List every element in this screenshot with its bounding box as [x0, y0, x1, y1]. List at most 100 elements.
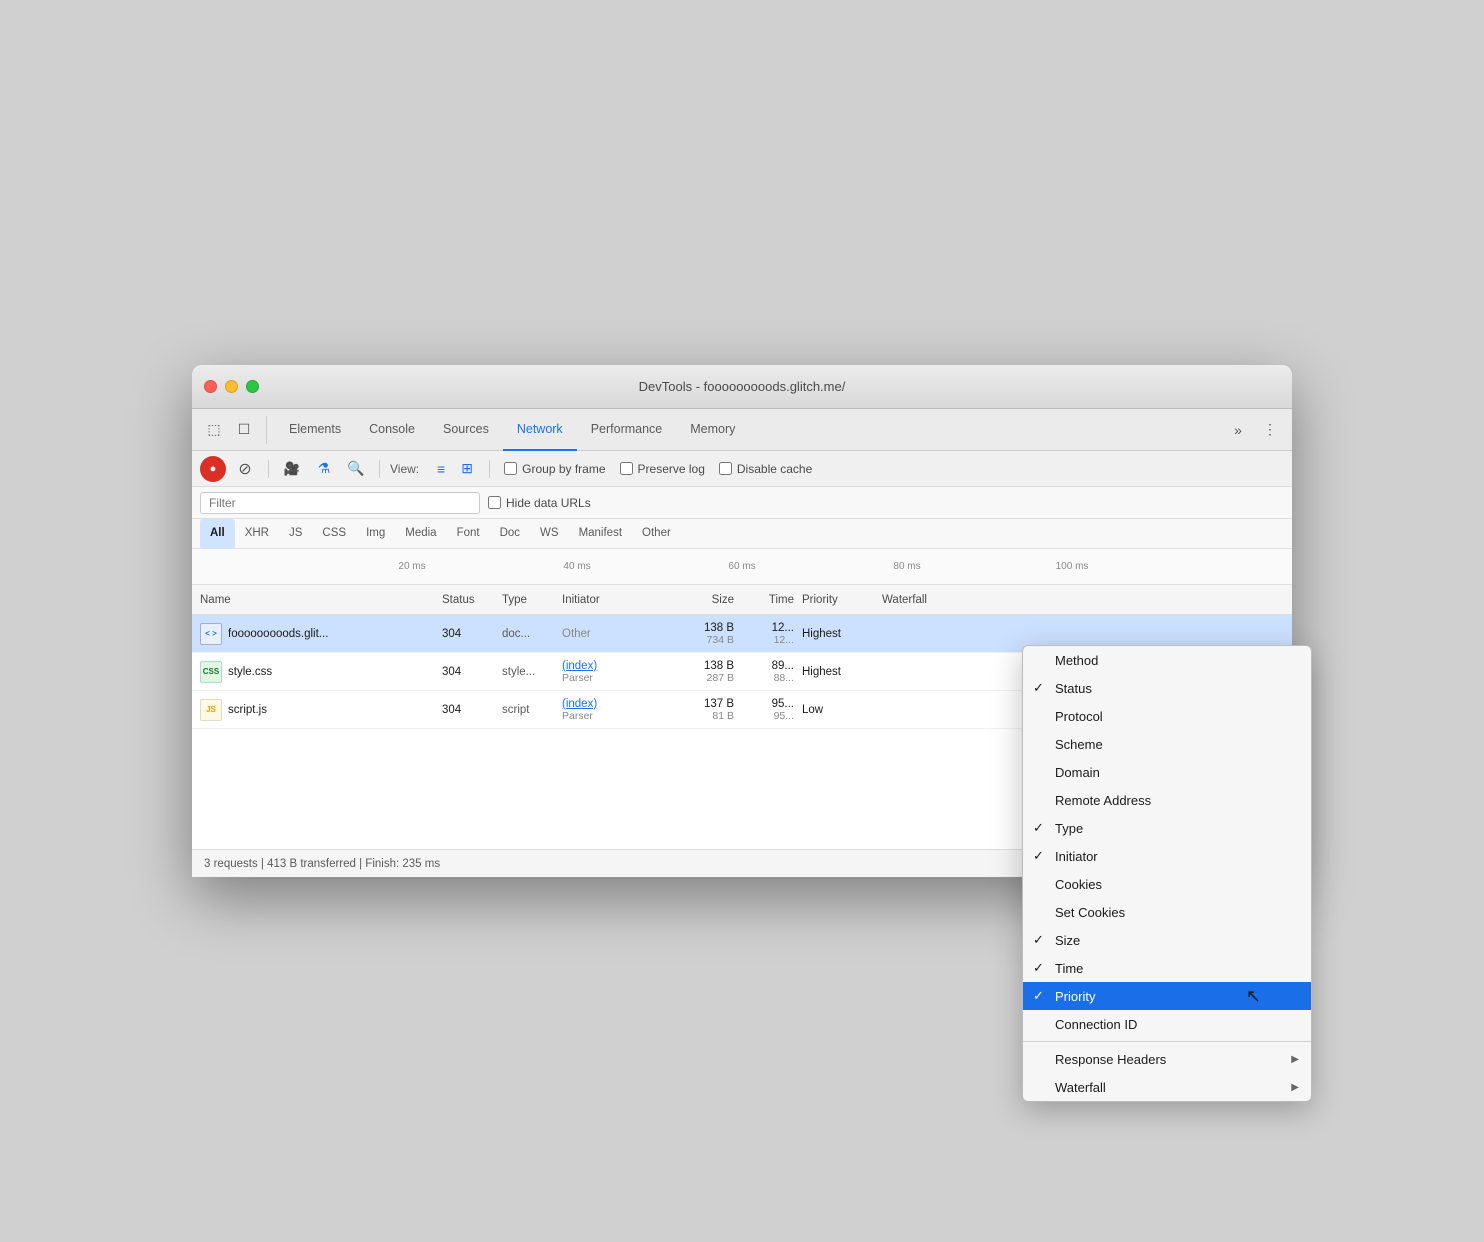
- tab-network[interactable]: Network: [503, 409, 577, 451]
- filter-input[interactable]: [200, 492, 480, 514]
- toolbar-divider-3: [489, 460, 490, 478]
- table-header-row: Name Status Type Initiator Size Time Pri…: [192, 585, 1292, 615]
- menu-item-type[interactable]: ✓ Type: [1023, 814, 1311, 842]
- cell-initiator-0: Other: [562, 628, 662, 640]
- cell-status-2: 304: [442, 704, 502, 716]
- tab-performance[interactable]: Performance: [577, 409, 677, 451]
- menu-item-scheme[interactable]: Scheme: [1023, 730, 1311, 758]
- more-tabs-button[interactable]: »: [1224, 416, 1252, 444]
- file-icon-html: < >: [200, 623, 222, 645]
- col-header-size[interactable]: Size: [662, 594, 742, 606]
- cell-priority-0: Highest: [802, 628, 882, 640]
- menu-item-domain[interactable]: Domain: [1023, 758, 1311, 786]
- timeline-mark-80ms: 80 ms: [893, 561, 920, 572]
- resource-tab-media[interactable]: Media: [395, 519, 446, 549]
- resource-tab-font[interactable]: Font: [447, 519, 490, 549]
- clear-button[interactable]: ⊘: [232, 456, 258, 482]
- cell-name-0: < > fooooooooods.glit...: [192, 623, 442, 645]
- menu-item-size[interactable]: ✓ Size: [1023, 926, 1311, 954]
- menu-status-check: ✓: [1033, 680, 1044, 696]
- resource-tab-ws[interactable]: WS: [530, 519, 569, 549]
- menu-connection-id-label: Connection ID: [1055, 1017, 1137, 1032]
- menu-separator: [1023, 1041, 1311, 1042]
- menu-item-cookies[interactable]: Cookies: [1023, 870, 1311, 898]
- resource-tab-doc[interactable]: Doc: [490, 519, 530, 549]
- col-header-waterfall[interactable]: Waterfall: [882, 594, 1292, 606]
- menu-initiator-label: Initiator: [1055, 849, 1098, 864]
- cell-priority-2: Low: [802, 704, 882, 716]
- record-button[interactable]: ●: [200, 456, 226, 482]
- hide-data-urls-checkbox[interactable]: Hide data URLs: [488, 496, 591, 510]
- timeline-mark-60ms: 60 ms: [728, 561, 755, 572]
- search-button[interactable]: 🔍: [343, 456, 369, 482]
- resource-tab-xhr[interactable]: XHR: [235, 519, 279, 549]
- grid-view-button[interactable]: ⊞: [455, 457, 479, 481]
- col-header-status[interactable]: Status: [442, 594, 502, 606]
- view-toggle: ≡ ⊞: [429, 457, 479, 481]
- cell-type-2: script: [502, 704, 562, 716]
- devtools-window: DevTools - fooooooooods.glitch.me/ ⬚ ☐ E…: [192, 365, 1292, 877]
- col-header-type[interactable]: Type: [502, 594, 562, 606]
- preserve-log-checkbox[interactable]: Preserve log: [620, 462, 705, 476]
- col-header-name[interactable]: Name: [192, 594, 442, 606]
- cell-name-1: CSS style.css: [192, 661, 442, 683]
- cell-initiator-2: (index) Parser: [562, 698, 662, 722]
- tab-memory[interactable]: Memory: [676, 409, 749, 451]
- disable-cache-checkbox[interactable]: Disable cache: [719, 462, 812, 476]
- tab-elements[interactable]: Elements: [275, 409, 355, 451]
- menu-type-label: Type: [1055, 821, 1083, 836]
- menu-item-priority[interactable]: ✓ Priority ↖: [1023, 982, 1311, 1010]
- menu-item-method[interactable]: Method: [1023, 646, 1311, 674]
- menu-remote-address-label: Remote Address: [1055, 793, 1151, 808]
- resource-tab-manifest[interactable]: Manifest: [569, 519, 632, 549]
- menu-status-label: Status: [1055, 681, 1092, 696]
- resource-tab-all[interactable]: All: [200, 519, 235, 549]
- tab-sources[interactable]: Sources: [429, 409, 503, 451]
- menu-item-connection-id[interactable]: Connection ID: [1023, 1010, 1311, 1038]
- col-header-priority[interactable]: Priority: [802, 594, 882, 606]
- device-icon[interactable]: ☐: [230, 416, 258, 444]
- list-view-button[interactable]: ≡: [429, 457, 453, 481]
- view-label: View:: [390, 462, 419, 476]
- menu-waterfall-label: Waterfall: [1055, 1080, 1106, 1095]
- menu-item-waterfall[interactable]: Waterfall ▶: [1023, 1073, 1311, 1101]
- menu-priority-label: Priority: [1055, 989, 1095, 1004]
- status-text: 3 requests | 413 B transferred | Finish:…: [204, 858, 440, 870]
- filename-2: script.js: [228, 704, 267, 716]
- cell-type-1: style...: [502, 666, 562, 678]
- cell-time-1: 89... 88...: [742, 660, 802, 684]
- maximize-button[interactable]: [246, 380, 259, 393]
- col-header-time[interactable]: Time: [742, 594, 802, 606]
- resource-tab-css[interactable]: CSS: [312, 519, 356, 549]
- cell-type-0: doc...: [502, 628, 562, 640]
- resource-tab-other[interactable]: Other: [632, 519, 681, 549]
- menu-domain-label: Domain: [1055, 765, 1100, 780]
- cell-status-0: 304: [442, 628, 502, 640]
- inspect-icon[interactable]: ⬚: [200, 416, 228, 444]
- menu-item-response-headers[interactable]: Response Headers ▶: [1023, 1045, 1311, 1073]
- devtools-menu-button[interactable]: ⋮: [1256, 416, 1284, 444]
- menu-item-set-cookies[interactable]: Set Cookies: [1023, 898, 1311, 926]
- group-by-frame-checkbox[interactable]: Group by frame: [504, 462, 605, 476]
- resource-tab-img[interactable]: Img: [356, 519, 395, 549]
- toolbar-divider-1: [268, 460, 269, 478]
- menu-time-label: Time: [1055, 961, 1083, 976]
- filename-1: style.css: [228, 666, 272, 678]
- menu-item-protocol[interactable]: Protocol: [1023, 702, 1311, 730]
- tab-console[interactable]: Console: [355, 409, 429, 451]
- menu-item-time[interactable]: ✓ Time: [1023, 954, 1311, 982]
- menu-item-remote-address[interactable]: Remote Address: [1023, 786, 1311, 814]
- filter-icon[interactable]: ⚗: [311, 456, 337, 482]
- minimize-button[interactable]: [225, 380, 238, 393]
- menu-time-check: ✓: [1033, 960, 1044, 976]
- cell-size-1: 138 B 287 B: [662, 660, 742, 684]
- close-button[interactable]: [204, 380, 217, 393]
- menu-method-label: Method: [1055, 653, 1098, 668]
- col-header-initiator[interactable]: Initiator: [562, 594, 662, 606]
- menu-scheme-label: Scheme: [1055, 737, 1103, 752]
- cell-size-2: 137 B 81 B: [662, 698, 742, 722]
- menu-item-status[interactable]: ✓ Status: [1023, 674, 1311, 702]
- resource-tab-js[interactable]: JS: [279, 519, 312, 549]
- camera-button[interactable]: 🎥: [279, 456, 305, 482]
- menu-item-initiator[interactable]: ✓ Initiator: [1023, 842, 1311, 870]
